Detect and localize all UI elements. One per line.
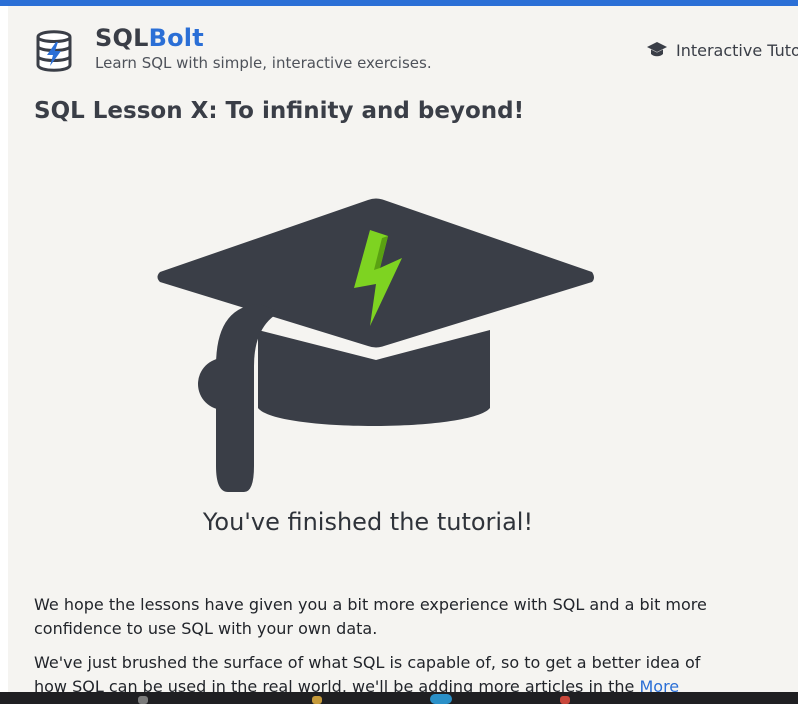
brand-tagline: Learn SQL with simple, interactive exerc… xyxy=(95,54,432,72)
graduation-cap-bolt-illustration xyxy=(157,198,594,492)
nav-interactive-tutorial[interactable]: Interactive Tuto xyxy=(646,39,798,61)
body-paragraph-1: We hope the lessons have given you a bit… xyxy=(34,595,707,638)
database-bolt-icon[interactable] xyxy=(34,28,74,74)
graduation-cap-icon xyxy=(647,42,667,57)
brand-name[interactable]: SQLBolt xyxy=(95,24,204,52)
header: SQLBolt Learn SQL with simple, interacti… xyxy=(8,6,798,86)
brand-name-sql: SQL xyxy=(95,24,149,52)
page-title: SQL Lesson X: To infinity and beyond! xyxy=(34,98,525,124)
taskbar xyxy=(0,692,798,704)
completion-message: You've finished the tutorial! xyxy=(202,508,534,536)
body-paragraph-2-text: We've just brushed the surface of what S… xyxy=(34,653,701,696)
nav-interactive-tutorial-label: Interactive Tuto xyxy=(676,40,798,60)
taskbar-app-icons xyxy=(138,694,570,704)
page: SQLBolt Learn SQL with simple, interacti… xyxy=(8,6,798,696)
window-left-edge xyxy=(0,6,8,692)
brand-name-bolt: Bolt xyxy=(148,24,204,52)
